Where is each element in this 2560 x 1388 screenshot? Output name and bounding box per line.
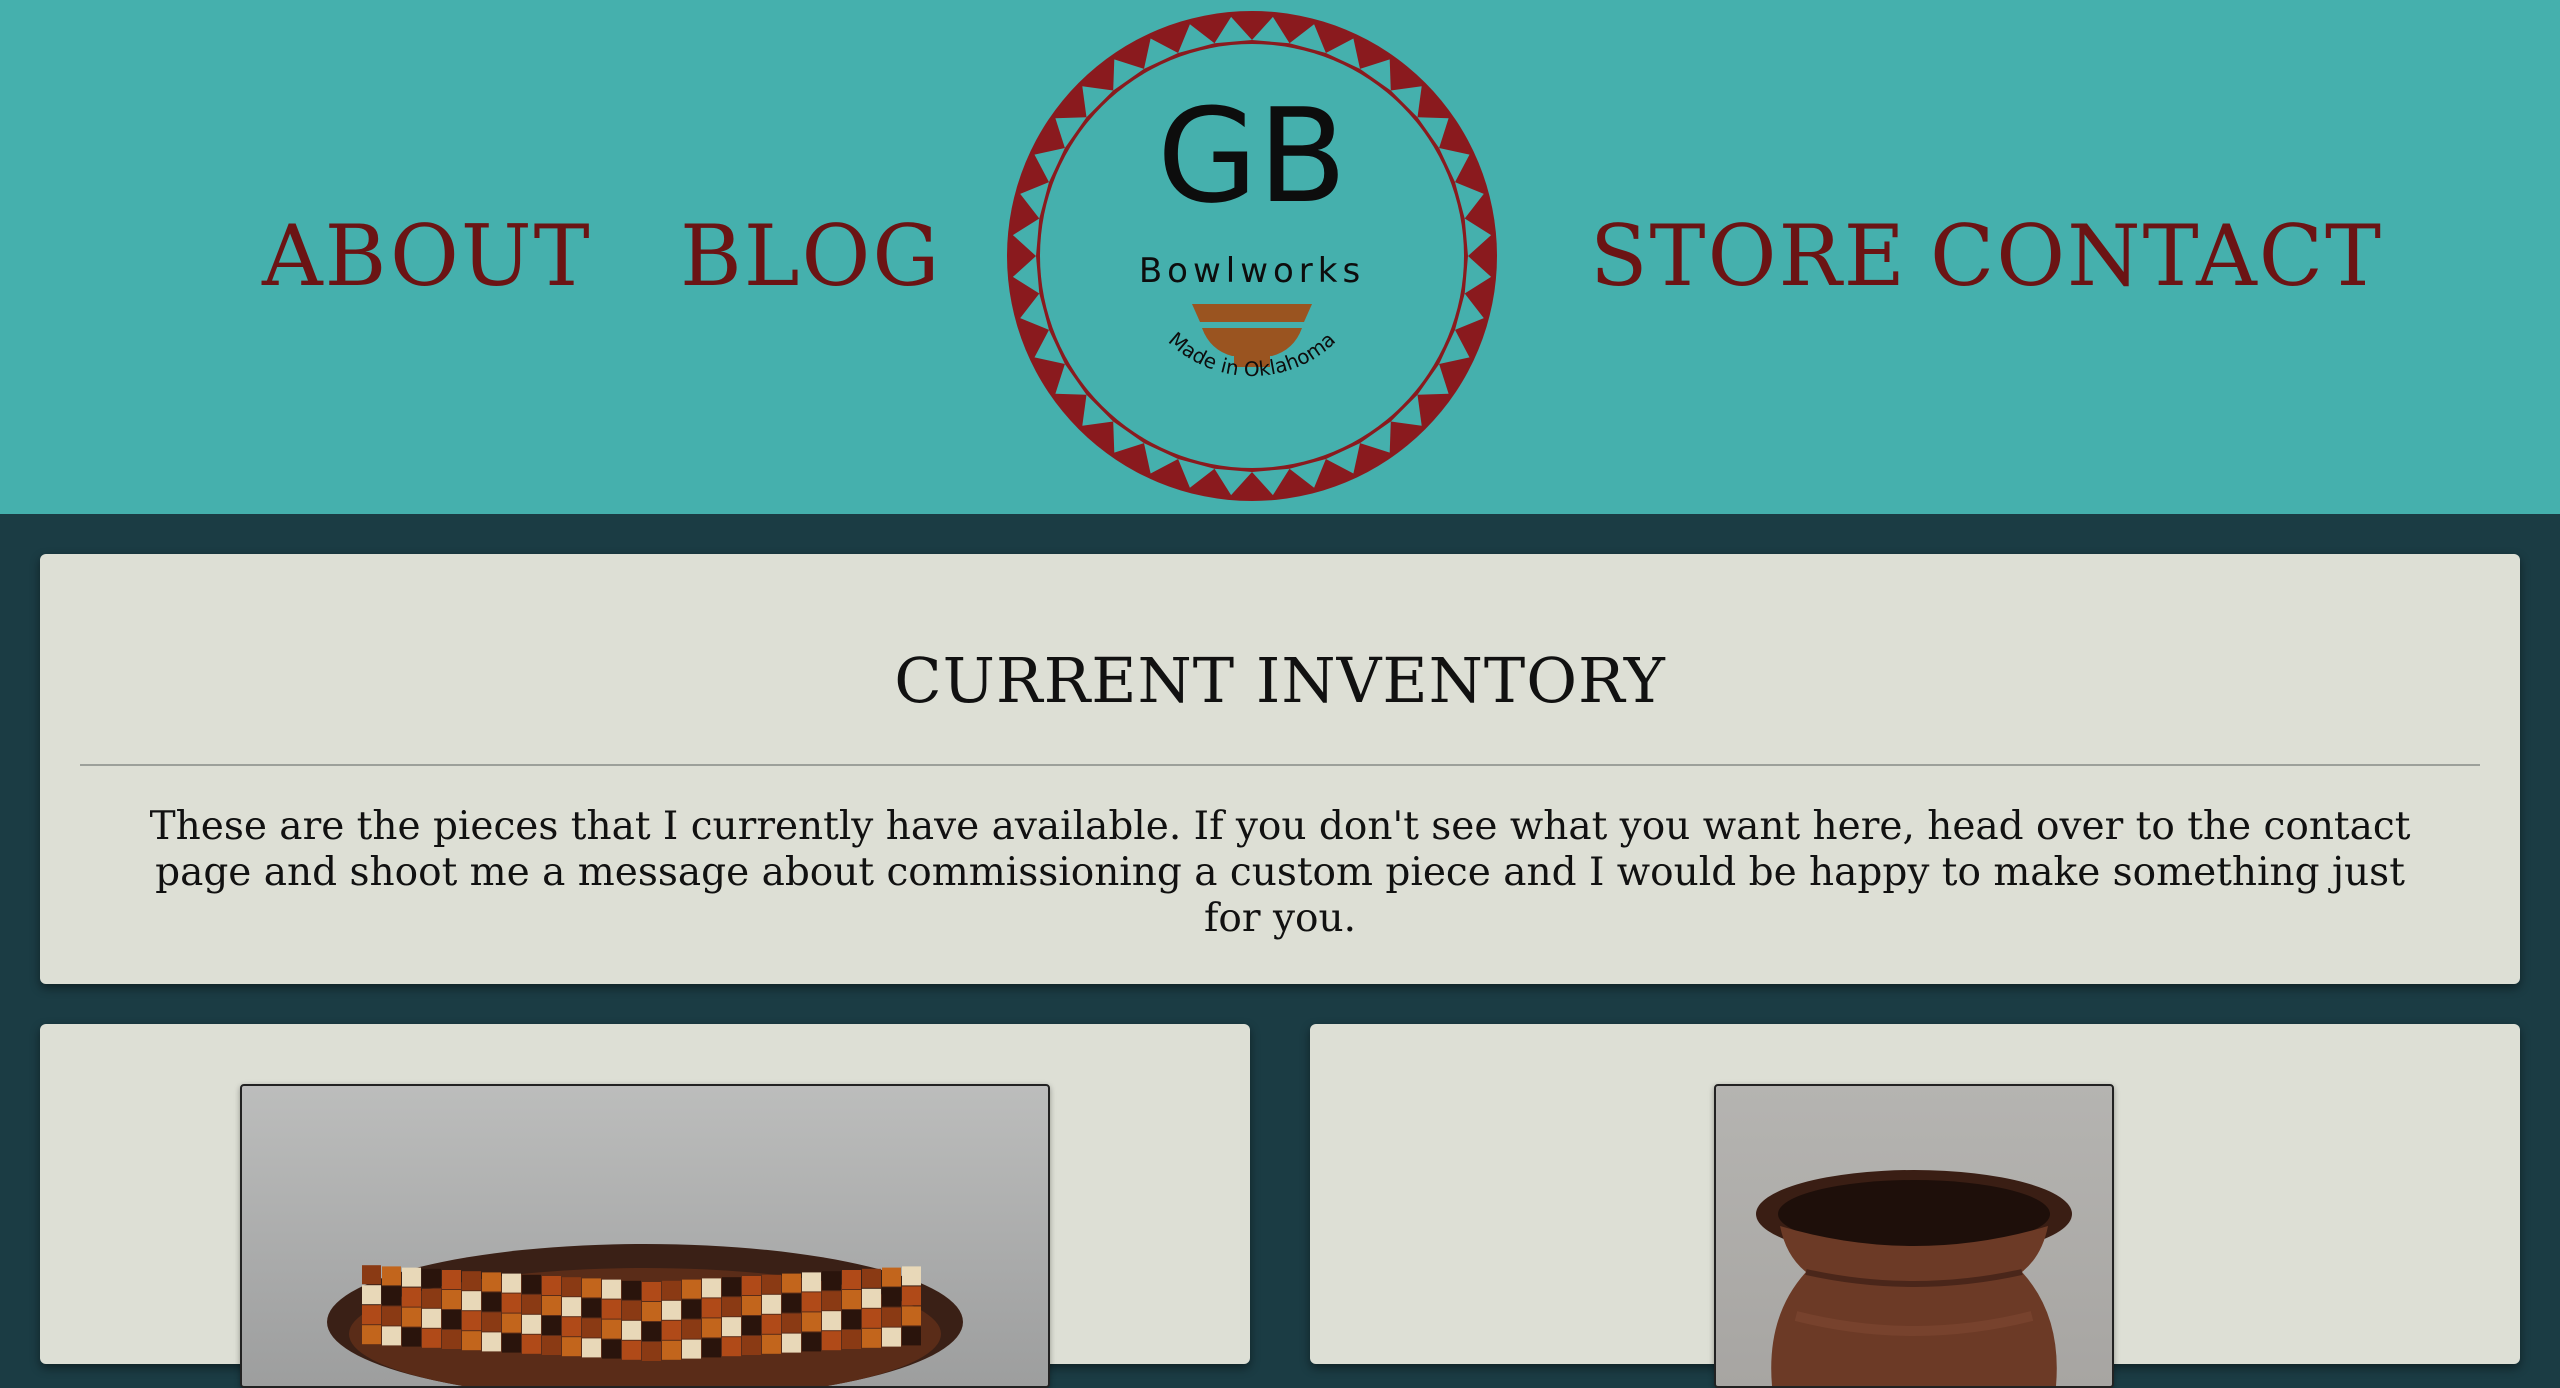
nav-store-link[interactable]: STORE (1590, 196, 1907, 316)
segmented-bowl-image (327, 1244, 963, 1386)
nav-contact-link[interactable]: CONTACT (1930, 196, 2383, 316)
intro-paragraph: These are the pieces that I currently ha… (149, 804, 2411, 941)
intro-card: CURRENT INVENTORY These are the pieces t… (40, 554, 2520, 984)
page-title: CURRENT INVENTORY (894, 644, 1666, 717)
logo-initials: GB (1157, 80, 1347, 232)
wooden-vase-image (1756, 1170, 2072, 1386)
product-image-bowl[interactable] (240, 1084, 1050, 1388)
site-logo[interactable]: GB Bowlworks Made in Oklahoma (1002, 6, 1502, 506)
nav-about-link[interactable]: ABOUT (262, 196, 592, 316)
logo-graphic: GB Bowlworks Made in Oklahoma (1007, 11, 1497, 501)
nav-blog-link[interactable]: BLOG (680, 196, 941, 316)
title-divider (80, 764, 2480, 766)
product-image-vase[interactable] (1714, 1084, 2114, 1388)
logo-name: Bowlworks (1139, 251, 1365, 291)
product-card[interactable] (1310, 1024, 2520, 1388)
product-card[interactable] (40, 1024, 1250, 1388)
site-header: ABOUT BLOG GB Bowlworks Made in Oklahoma… (0, 0, 2560, 514)
